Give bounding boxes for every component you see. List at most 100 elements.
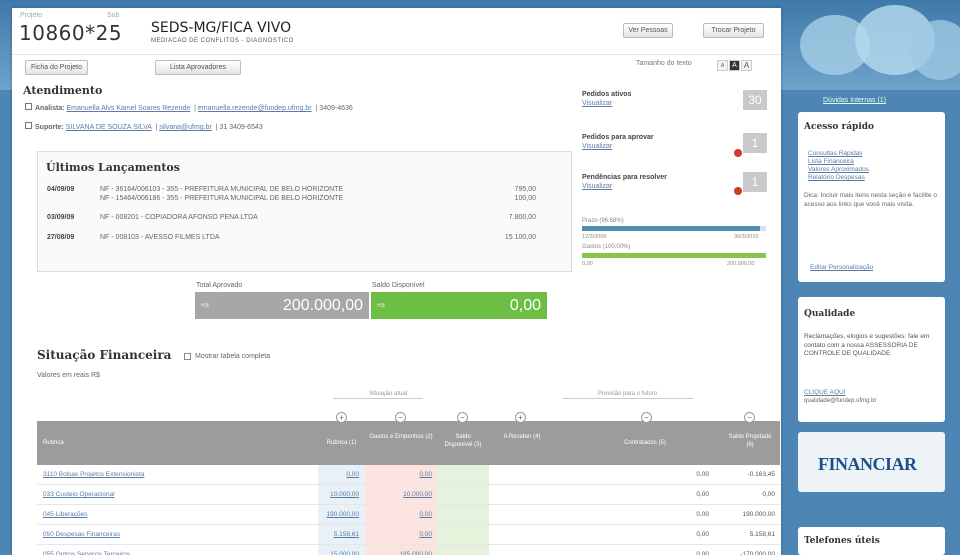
gastos-value[interactable]: 0,00 [419, 531, 432, 538]
saldo-proj-value: 190.000,00 [742, 511, 775, 518]
table-header: Rubrica Rubrica (1) Gastos e Empenhos (2… [37, 412, 780, 465]
collapse-icon[interactable]: − [395, 412, 406, 423]
gastos-label: Gastos (100,00%) [582, 244, 631, 250]
rubrica-link[interactable]: 055 Outros Serviços Terceiros [43, 551, 130, 555]
gastos-value[interactable]: 10.000,00 [403, 491, 432, 498]
pedidos-aprovar-title: Pedidos para aprovar [582, 134, 654, 141]
font-medium-button[interactable]: A [729, 60, 740, 71]
project-header: Projeto Sub 10860*25 SEDS-MG/FICA VIVO M… [12, 8, 781, 55]
situacao-title: Situação Financeira [37, 348, 172, 362]
acesso-item[interactable]: Lista Financeira [808, 158, 869, 166]
table-row: 3110 Bolsas Projetos Extensionista 0,00 0,… [37, 465, 780, 485]
saldo-proj-value: -0.163,45 [747, 471, 775, 478]
analista-name-link[interactable]: Emanuella Alvs Kamel Soares Rezende [67, 105, 191, 112]
telefones-card: Telefones úteis [798, 527, 945, 555]
lancamentos-title: Últimos Lançamentos [46, 161, 180, 174]
qualidade-title: Qualidade [804, 309, 856, 319]
project-subtitle: MEDIACAO DE CONFLITOS - DIAGNOSTICO [151, 38, 294, 44]
table-row: 033 Custeio Operacional 10.000,00 10.000,0… [37, 485, 780, 505]
rubrica1-value[interactable]: 5.158,61 [334, 531, 359, 538]
contratados-value: 0,00 [696, 551, 709, 555]
pendencias-count: 1 [743, 172, 767, 192]
expand-icon[interactable]: + [515, 412, 526, 423]
acesso-item[interactable]: Valores Aproximados [808, 166, 869, 174]
analista-email-link[interactable]: emanuella.rezende@fundep.ufmg.br [198, 105, 312, 112]
personalizar-link[interactable]: Editar Personalização [810, 264, 873, 271]
acesso-item[interactable]: Relatório Despesas [808, 174, 869, 182]
pedidos-aprovar-count: 1 [743, 133, 767, 153]
financiar-banner[interactable]: FINANCIAR [798, 432, 945, 492]
saldo-proj-value: 0,00 [762, 491, 775, 498]
atendimento-title: Atendimento [23, 84, 103, 97]
suporte-email-link[interactable]: silvana@ufmg.br [159, 124, 212, 131]
th-rubrica1[interactable]: Rubrica (1) [318, 439, 365, 447]
prazo-start: 12/3/2009 [582, 234, 607, 240]
rubrica-link[interactable]: 050 Despesas Financeiras [43, 531, 120, 538]
group-rule [333, 398, 423, 399]
alert-badge-icon [734, 187, 742, 195]
pedidos-aprovar-link[interactable]: Visualizar [582, 143, 612, 150]
group-situacao-atual: Situação atual [369, 391, 408, 397]
saldo-proj-value: -170.000,00 [740, 551, 775, 555]
font-large-button[interactable]: A [741, 60, 752, 71]
contratados-value: 0,00 [696, 531, 709, 538]
acesso-rapido-title: Acesso rápido [804, 122, 875, 132]
project-title: SEDS-MG/FICA VIVO [151, 20, 292, 36]
saldo-disponivel-box: R$ 0,00 [371, 292, 547, 319]
th-saldo-disp[interactable]: Saldo Disponível (3) [443, 433, 483, 449]
table-row: 055 Outros Serviços Terceiros 15.000,00 18… [37, 545, 780, 555]
rubrica-link[interactable]: 3110 Bolsas Projetos Extensionista [43, 471, 144, 478]
acesso-item[interactable]: Consultas Rápidas [808, 150, 869, 158]
collapse-icon[interactable]: − [457, 412, 468, 423]
trocar-projeto-button[interactable]: Trocar Projeto [703, 23, 764, 38]
group-previsao-futuro: Previsão para o futuro [598, 391, 658, 397]
rubrica-link[interactable]: 045 Liberações [43, 511, 87, 518]
ficha-projeto-button[interactable]: Ficha do Projeto [25, 60, 88, 75]
suporte-name-link[interactable]: SILVANA DE SOUZA SILVA [66, 124, 152, 131]
prazo-bar-track [582, 226, 766, 231]
acesso-rapido-card: Acesso rápido Consultas Rápidas Lista Fin… [798, 112, 945, 282]
suporte-row: Suporte: SILVANA DE SOUZA SILVA | silvan… [25, 122, 263, 131]
collapse-icon[interactable]: − [744, 412, 755, 423]
qualidade-link[interactable]: CLIQUE AQUI [804, 389, 846, 396]
saldo-disponivel-label: Saldo Disponível [372, 282, 425, 289]
th-a-receber[interactable]: A Receber (4) [489, 433, 555, 441]
mostrar-tabela-checkbox[interactable] [184, 353, 191, 360]
font-small-button[interactable]: A [717, 60, 728, 71]
qualidade-card: Qualidade Reclamações, elogios e sugestõ… [798, 297, 945, 422]
prazo-label: Prazo (96.68%) [582, 218, 624, 224]
alert-badge-icon [734, 149, 742, 157]
table-row: 045 Liberações 190.000,00 0,00 0,00 190.000,… [37, 505, 780, 525]
qualidade-text: Reclamações, elogios e sugestões: fale e… [804, 333, 930, 357]
th-contratados[interactable]: Contratados (5) [612, 439, 678, 447]
person-icon [25, 122, 32, 129]
lista-aprovadores-button[interactable]: Lista Aprovadores [155, 60, 241, 75]
rubrica1-value[interactable]: 15.000,00 [330, 551, 359, 555]
project-number: 10860*25 [19, 21, 123, 45]
label-projeto: Projeto [20, 12, 43, 19]
rubrica1-value[interactable]: 0,00 [346, 471, 359, 478]
rubrica1-value[interactable]: 10.000,00 [330, 491, 359, 498]
rubrica1-value[interactable]: 190.000,00 [326, 511, 359, 518]
th-gastos[interactable]: Gastos e Empenhos (2) [365, 433, 437, 441]
main-panel: Projeto Sub 10860*25 SEDS-MG/FICA VIVO M… [12, 8, 781, 555]
analista-row: Analista: Emanuella Alvs Kamel Soares Re… [25, 103, 353, 112]
contratados-value: 0,00 [696, 491, 709, 498]
ultimos-lancamentos-box: Últimos Lançamentos 04/09/09 NF - 36164/0… [37, 151, 572, 272]
valores-note: Valores em reais R$ [37, 372, 100, 379]
pedidos-ativos-link[interactable]: Visualizar [582, 100, 612, 107]
gastos-bar-track [582, 253, 766, 258]
duvidas-link[interactable]: Dúvidas Internas (1) [823, 97, 886, 104]
pendencias-link[interactable]: Visualizar [582, 183, 612, 190]
expand-icon[interactable]: + [336, 412, 347, 423]
total-aprovado-label: Total Aprovado [196, 282, 243, 289]
acesso-note: Dica: Incluir mais itens nesta seção e f… [804, 192, 937, 208]
gastos-value[interactable]: 0,00 [419, 511, 432, 518]
contratados-value: 0,00 [696, 471, 709, 478]
collapse-icon[interactable]: − [641, 412, 652, 423]
gastos-value[interactable]: 185.000,00 [399, 551, 432, 555]
gastos-value[interactable]: 0,00 [419, 471, 432, 478]
th-saldo-proj[interactable]: Saldo Projetado (6) [725, 433, 775, 449]
ver-pessoas-button[interactable]: Ver Pessoas [623, 23, 673, 38]
rubrica-link[interactable]: 033 Custeio Operacional [43, 491, 115, 498]
